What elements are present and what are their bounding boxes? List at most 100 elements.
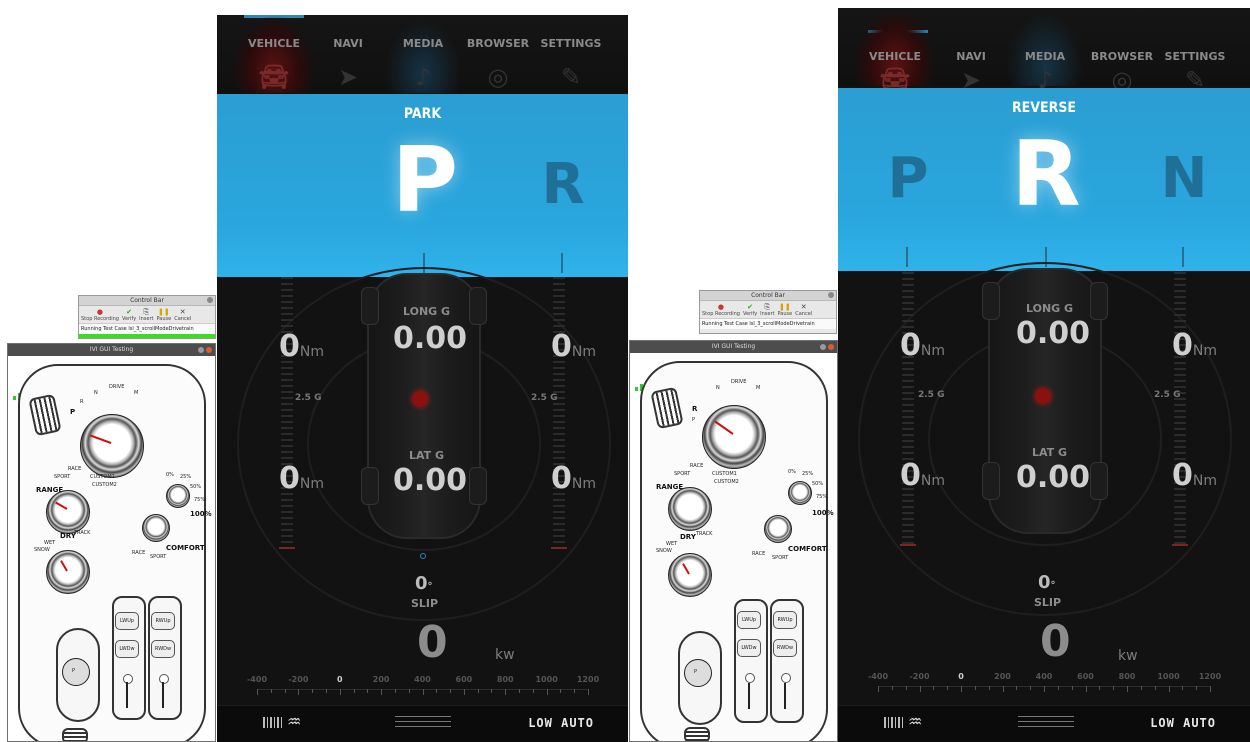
power-ruler-tick — [1127, 686, 1128, 692]
rw-down-button[interactable]: RWDw — [151, 640, 175, 658]
gear-n-label: N — [716, 385, 720, 391]
wet-label: WET — [44, 540, 56, 546]
g-force-dot — [412, 391, 428, 407]
nav-tab-vehicle[interactable]: VEHICLE 🚘︎ — [854, 8, 936, 94]
lw-down-button[interactable]: LWDw — [737, 639, 761, 657]
comfort-knob[interactable] — [764, 515, 792, 543]
gear-drive-label: DRIVE — [109, 384, 125, 390]
long-g-value: 0.00 — [393, 321, 468, 356]
stop-recording-button[interactable]: ● Stop Recording — [81, 309, 119, 323]
close-icon[interactable] — [828, 292, 834, 298]
pct-0-label: 0% — [788, 469, 796, 475]
nav-tab-browser-label: BROWSER — [1090, 50, 1154, 63]
window-controls — [198, 347, 212, 353]
long-g-label: LONG G — [1026, 302, 1074, 315]
cancel-button[interactable]: ✕ Cancel — [795, 303, 812, 318]
power-ruler-tick-label: 1000 — [535, 675, 558, 684]
right-lever[interactable] — [162, 682, 164, 708]
drive-console-panel: P R N DRIVE M RACE SPORT CUSTOM1 CUSTOM2… — [8, 356, 215, 741]
left-lever[interactable] — [748, 683, 750, 709]
close-icon[interactable] — [828, 344, 834, 350]
minimize-icon[interactable] — [198, 347, 204, 353]
torque-front-right-value: 0 — [551, 329, 572, 364]
power-ruler-minor-tick — [1099, 686, 1101, 690]
insert-button[interactable]: ⎘ Insert — [760, 304, 774, 318]
track-label: TRACK — [74, 530, 91, 536]
comfort-knob[interactable] — [142, 514, 170, 542]
suspension-knob[interactable] — [788, 481, 812, 505]
nav-tab-navi[interactable]: NAVI ➤ — [930, 8, 1012, 94]
stop-recording-button[interactable]: ● Stop Recording — [702, 304, 740, 318]
verify-button[interactable]: ✔ Verify — [122, 309, 136, 323]
nav-tab-browser[interactable]: BROWSER ◎ — [457, 15, 539, 93]
rear-defrost-icon[interactable]: ♒︎ — [287, 712, 301, 731]
nav-tab-media[interactable]: MEDIA ♪ — [382, 15, 464, 93]
nav-tab-settings[interactable]: SETTINGS ✎ — [530, 15, 612, 93]
lw-up-button[interactable]: LWUp — [115, 612, 139, 630]
rw-up-button[interactable]: RWUp — [773, 611, 797, 629]
rw-down-button[interactable]: RWDw — [773, 639, 797, 657]
close-icon[interactable] — [206, 347, 212, 353]
wheel-rr — [469, 467, 487, 505]
drive-mode-knob[interactable] — [46, 490, 90, 534]
gear-prev-letter[interactable]: P — [878, 146, 938, 211]
power-ruler-minor-tick — [312, 689, 314, 693]
gear-selector-knob[interactable] — [702, 405, 766, 469]
cancel-button[interactable]: ✕ Cancel — [174, 309, 191, 323]
park-button[interactable] — [684, 659, 712, 687]
nav-tab-settings[interactable]: SETTINGS ✎ — [1154, 8, 1236, 94]
power-ruler-minor-tick — [1113, 686, 1115, 690]
power-ruler-minor-tick — [1057, 686, 1059, 690]
nav-tab-navi[interactable]: NAVI ➤ — [307, 15, 389, 93]
minimize-icon[interactable] — [820, 344, 826, 350]
verify-button[interactable]: ✔ Verify — [743, 304, 757, 318]
pause-button[interactable]: ❚❚ Pause — [156, 309, 172, 323]
sport-label: SPORT — [54, 474, 71, 480]
left-lever[interactable] — [126, 682, 128, 708]
torque-front-right: 0Nm — [1172, 328, 1217, 363]
park-button[interactable] — [62, 658, 90, 686]
gear-selector-knob[interactable] — [80, 414, 144, 478]
stop-recording-label: Stop Recording — [81, 316, 119, 322]
race2-label: RACE — [132, 550, 146, 556]
rear-defrost-icon[interactable]: ♒︎ — [908, 712, 922, 731]
close-icon[interactable] — [207, 297, 213, 303]
gear-next-letter[interactable]: N — [1154, 146, 1214, 211]
pct-25-label: 25% — [802, 471, 814, 477]
wheel-fl — [982, 282, 1000, 320]
insert-button[interactable]: ⎘ Insert — [139, 309, 153, 323]
pct-75-label: 75% — [816, 494, 828, 500]
surface-knob[interactable] — [46, 550, 90, 594]
power-ruler-minor-tick — [367, 689, 369, 693]
gear-next-letter[interactable]: R — [533, 152, 593, 217]
fan-mode-label[interactable]: LOW AUTO — [528, 716, 594, 730]
ivi-window-title: IVI GUI Testing — [89, 346, 134, 353]
dynamics-gauge: 0Nm 0Nm 0Nm 0Nm LONG G 0.00 2.5 G 2.5 G … — [217, 267, 628, 707]
nav-tab-vehicle[interactable]: VEHICLE 🚘︎ — [233, 15, 315, 93]
right-lever[interactable] — [784, 683, 786, 709]
gear-selector-band-2[interactable]: REVERSE P R N — [838, 88, 1250, 271]
pause-label: Pause — [156, 316, 172, 322]
lw-up-button[interactable]: LWUp — [737, 611, 761, 629]
surface-knob[interactable] — [668, 553, 712, 597]
torque-rear-right-unit: Nm — [1192, 473, 1217, 489]
suspension-knob[interactable] — [166, 484, 190, 508]
power-ruler-tick-label: 600 — [1077, 672, 1094, 681]
torque-front-left-value: 0 — [279, 329, 300, 364]
gear-mode-label: REVERSE — [1011, 100, 1077, 116]
climate-bars-icon — [395, 716, 451, 730]
gear-right-tick — [1182, 247, 1184, 267]
slip-angle: 0° — [415, 573, 433, 594]
cancel-icon: ✕ — [800, 303, 807, 311]
nav-tab-media[interactable]: MEDIA ♪ — [1004, 8, 1086, 94]
drive-mode-knob[interactable] — [668, 487, 712, 531]
fan-level-icon[interactable] — [263, 717, 282, 728]
fan-mode-label[interactable]: LOW AUTO — [1150, 716, 1216, 730]
pause-button[interactable]: ❚❚ Pause — [778, 304, 793, 318]
fan-level-icon[interactable] — [884, 717, 903, 728]
power-ruler-tick-label: 1200 — [1198, 672, 1222, 681]
lw-down-button[interactable]: LWDw — [115, 640, 139, 658]
rw-up-button[interactable]: RWUp — [151, 612, 175, 630]
gear-selector-band[interactable]: PARK P R — [217, 94, 628, 277]
nav-tab-browser[interactable]: BROWSER ◎ — [1081, 8, 1163, 94]
